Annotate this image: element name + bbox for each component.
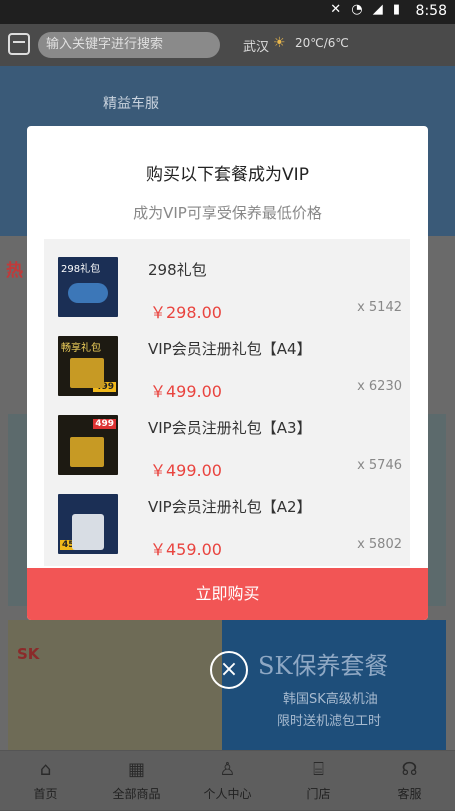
- dialog-subtitle: 成为VIP可享受保养最低价格: [133, 204, 322, 222]
- package-thumbnail: 459: [58, 494, 118, 554]
- hot-section-label: 热: [6, 261, 23, 281]
- package-name: VIP会员注册礼包【A2】: [148, 498, 312, 516]
- package-sold-count: x 5746: [357, 458, 402, 473]
- close-icon[interactable]: ×: [210, 651, 248, 689]
- search-input[interactable]: 输入关键字进行搜索: [38, 32, 220, 58]
- package-thumbnail: 畅享礼包 499: [58, 336, 118, 396]
- package-name: VIP会员注册礼包【A3】: [148, 419, 312, 437]
- sk-promo-subtitle: 韩国SK高级机油: [283, 692, 378, 707]
- package-item[interactable]: 499 VIP会员注册礼包【A3】 ￥499.00 x 5746: [44, 397, 410, 480]
- package-list[interactable]: 298礼包 298礼包 ￥298.00 x 5142 畅享礼包 499 VIP会…: [44, 239, 410, 566]
- thumbnail-badge: 499: [93, 419, 116, 429]
- banner-title: 精益车服: [103, 96, 159, 112]
- user-icon: ♙: [219, 759, 236, 780]
- package-sold-count: x 6230: [357, 379, 402, 394]
- package-thumbnail: 499: [58, 415, 118, 475]
- store-icon[interactable]: [8, 33, 30, 55]
- nav-store[interactable]: ⌸ 门店: [273, 751, 364, 811]
- grid-icon: ▦: [127, 759, 145, 780]
- package-item[interactable]: 459 VIP会员注册礼包【A2】 ￥459.00 x 5802: [44, 476, 410, 559]
- status-bar: ✕ ◔ ◢ ▮ 8:58: [0, 0, 455, 24]
- thumbnail-text: 298礼包: [61, 264, 101, 275]
- nav-service[interactable]: ☊ 客服: [364, 751, 455, 811]
- package-item[interactable]: 畅享礼包 499 VIP会员注册礼包【A4】 ￥499.00 x 6230: [44, 318, 410, 401]
- home-icon: ⌂: [39, 759, 52, 780]
- package-sold-count: x 5142: [357, 300, 402, 315]
- weather-temperature: 20℃/6℃: [295, 36, 349, 50]
- package-item[interactable]: 298礼包 298礼包 ￥298.00 x 5142: [44, 239, 410, 322]
- nav-label: 首页: [33, 787, 58, 801]
- nav-home[interactable]: ⌂ 首页: [0, 751, 91, 811]
- status-time: 8:58: [415, 3, 447, 19]
- nav-label: 全部商品: [112, 787, 161, 801]
- nav-profile[interactable]: ♙ 个人中心: [182, 751, 273, 811]
- thumbnail-text: 畅享礼包: [61, 343, 101, 354]
- thumbnail-badge: 499: [93, 382, 116, 392]
- nav-label: 门店: [306, 787, 331, 801]
- dialog-title: 购买以下套餐成为VIP: [146, 165, 309, 185]
- buy-now-button[interactable]: 立即购买: [27, 568, 428, 620]
- package-name: VIP会员注册礼包【A4】: [148, 340, 312, 358]
- package-name: 298礼包: [148, 261, 207, 279]
- vip-package-dialog: 购买以下套餐成为VIP 成为VIP可享受保养最低价格 298礼包 298礼包 ￥…: [27, 126, 428, 620]
- status-icons: ✕ ◔ ◢ ▮: [330, 2, 403, 17]
- thumbnail-badge: 459: [60, 540, 83, 550]
- store-icon: ⌸: [313, 759, 324, 780]
- nav-all-products[interactable]: ▦ 全部商品: [91, 751, 182, 811]
- city-label[interactable]: 武汉: [243, 36, 269, 55]
- nav-label: 客服: [397, 787, 422, 801]
- header: 输入关键字进行搜索 武汉 ☀ 20℃/6℃: [0, 24, 455, 66]
- package-price: ￥459.00: [150, 540, 222, 559]
- sun-icon: ☀: [273, 35, 286, 51]
- nav-label: 个人中心: [203, 787, 252, 801]
- sk-promo-title: SK保养套餐: [258, 652, 389, 680]
- sk-logo: SK: [17, 645, 40, 663]
- package-sold-count: x 5802: [357, 537, 402, 552]
- package-thumbnail: 298礼包: [58, 257, 118, 317]
- service-icon: ☊: [401, 759, 418, 780]
- sk-promo-subtitle-2: 限时送机滤包工时: [277, 714, 382, 729]
- bottom-nav: ⌂ 首页 ▦ 全部商品 ♙ 个人中心 ⌸ 门店 ☊ 客服: [0, 750, 455, 810]
